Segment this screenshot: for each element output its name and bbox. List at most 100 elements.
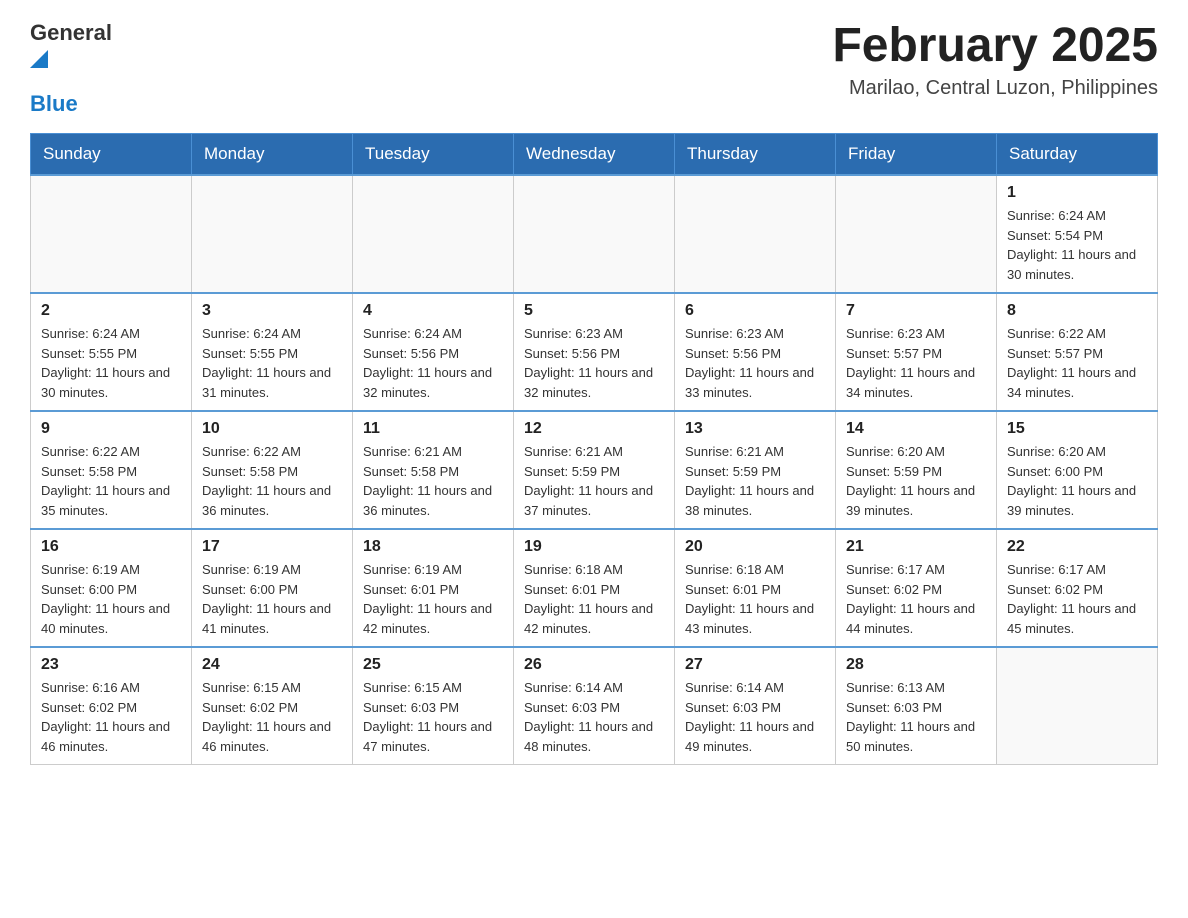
day-info: Sunrise: 6:15 AMSunset: 6:03 PMDaylight:… [363, 678, 503, 756]
day-number: 12 [524, 420, 664, 438]
day-info: Sunrise: 6:18 AMSunset: 6:01 PMDaylight:… [524, 560, 664, 638]
calendar-cell: 9 Sunrise: 6:22 AMSunset: 5:58 PMDaylight… [31, 411, 192, 529]
day-info: Sunrise: 6:22 AMSunset: 5:57 PMDaylight:… [1007, 324, 1147, 402]
day-info: Sunrise: 6:17 AMSunset: 6:02 PMDaylight:… [846, 560, 986, 638]
day-number: 21 [846, 538, 986, 556]
day-number: 15 [1007, 420, 1147, 438]
calendar-cell: 25 Sunrise: 6:15 AMSunset: 6:03 PMDayligh… [353, 647, 514, 765]
calendar-cell: 15Sunrise: 6:20 AMSunset: 6:00 PMDayligh… [997, 411, 1158, 529]
calendar-cell: 1 Sunrise: 6:24 AMSunset: 5:54 PMDaylight… [997, 175, 1158, 293]
day-number: 14 [846, 420, 986, 438]
day-number: 9 [41, 420, 181, 438]
day-number: 27 [685, 656, 825, 674]
calendar-cell: 22 Sunrise: 6:17 AMSunset: 6:02 PMDayligh… [997, 529, 1158, 647]
day-of-week-header: Friday [836, 134, 997, 176]
location-subtitle: Marilao, Central Luzon, Philippines [832, 77, 1158, 100]
day-info: Sunrise: 6:23 AMSunset: 5:56 PMDaylight:… [685, 324, 825, 402]
day-info: Sunrise: 6:16 AMSunset: 6:02 PMDaylight:… [41, 678, 181, 756]
calendar-cell: 11Sunrise: 6:21 AMSunset: 5:58 PMDayligh… [353, 411, 514, 529]
calendar-cell: 2 Sunrise: 6:24 AMSunset: 5:55 PMDaylight… [31, 293, 192, 411]
calendar-cell [836, 175, 997, 293]
day-info: Sunrise: 6:19 AMSunset: 6:01 PMDaylight:… [363, 560, 503, 638]
day-number: 7 [846, 302, 986, 320]
calendar-cell [353, 175, 514, 293]
calendar-cell: 23Sunrise: 6:16 AMSunset: 6:02 PMDayligh… [31, 647, 192, 765]
day-number: 18 [363, 538, 503, 556]
day-number: 25 [363, 656, 503, 674]
day-info: Sunrise: 6:23 AMSunset: 5:56 PMDaylight:… [524, 324, 664, 402]
day-info: Sunrise: 6:14 AMSunset: 6:03 PMDaylight:… [685, 678, 825, 756]
calendar-week-row: 2 Sunrise: 6:24 AMSunset: 5:55 PMDaylight… [31, 293, 1158, 411]
calendar-cell: 16Sunrise: 6:19 AMSunset: 6:00 PMDayligh… [31, 529, 192, 647]
calendar-cell [514, 175, 675, 293]
calendar-cell: 4 Sunrise: 6:24 AMSunset: 5:56 PMDaylight… [353, 293, 514, 411]
day-number: 24 [202, 656, 342, 674]
day-number: 1 [1007, 184, 1147, 202]
month-year-title: February 2025 [832, 20, 1158, 73]
title-block: February 2025 Marilao, Central Luzon, Ph… [832, 20, 1158, 100]
logo: General Blue [30, 20, 112, 117]
day-number: 10 [202, 420, 342, 438]
day-info: Sunrise: 6:19 AMSunset: 6:00 PMDaylight:… [202, 560, 342, 638]
day-info: Sunrise: 6:24 AMSunset: 5:55 PMDaylight:… [41, 324, 181, 402]
calendar-week-row: 23Sunrise: 6:16 AMSunset: 6:02 PMDayligh… [31, 647, 1158, 765]
calendar-cell: 20 Sunrise: 6:18 AMSunset: 6:01 PMDayligh… [675, 529, 836, 647]
calendar-table: SundayMondayTuesdayWednesdayThursdayFrid… [30, 133, 1158, 765]
day-info: Sunrise: 6:21 AMSunset: 5:58 PMDaylight:… [363, 442, 503, 520]
day-info: Sunrise: 6:18 AMSunset: 6:01 PMDaylight:… [685, 560, 825, 638]
day-number: 2 [41, 302, 181, 320]
day-number: 26 [524, 656, 664, 674]
day-info: Sunrise: 6:23 AMSunset: 5:57 PMDaylight:… [846, 324, 986, 402]
day-info: Sunrise: 6:21 AMSunset: 5:59 PMDaylight:… [524, 442, 664, 520]
calendar-week-row: 16Sunrise: 6:19 AMSunset: 6:00 PMDayligh… [31, 529, 1158, 647]
calendar-cell: 12 Sunrise: 6:21 AMSunset: 5:59 PMDayligh… [514, 411, 675, 529]
day-info: Sunrise: 6:24 AMSunset: 5:56 PMDaylight:… [363, 324, 503, 402]
calendar-cell: 6 Sunrise: 6:23 AMSunset: 5:56 PMDaylight… [675, 293, 836, 411]
day-info: Sunrise: 6:14 AMSunset: 6:03 PMDaylight:… [524, 678, 664, 756]
day-number: 28 [846, 656, 986, 674]
calendar-cell: 14 Sunrise: 6:20 AMSunset: 5:59 PMDayligh… [836, 411, 997, 529]
calendar-cell: 27 Sunrise: 6:14 AMSunset: 6:03 PMDayligh… [675, 647, 836, 765]
day-number: 4 [363, 302, 503, 320]
day-info: Sunrise: 6:22 AMSunset: 5:58 PMDaylight:… [202, 442, 342, 520]
day-number: 17 [202, 538, 342, 556]
day-number: 6 [685, 302, 825, 320]
calendar-cell: 8 Sunrise: 6:22 AMSunset: 5:57 PMDaylight… [997, 293, 1158, 411]
calendar-cell: 19Sunrise: 6:18 AMSunset: 6:01 PMDayligh… [514, 529, 675, 647]
calendar-cell [192, 175, 353, 293]
day-of-week-header: Saturday [997, 134, 1158, 176]
logo-triangle-icon [30, 46, 48, 68]
day-info: Sunrise: 6:20 AMSunset: 5:59 PMDaylight:… [846, 442, 986, 520]
day-number: 22 [1007, 538, 1147, 556]
calendar-cell: 10 Sunrise: 6:22 AMSunset: 5:58 PMDayligh… [192, 411, 353, 529]
day-of-week-header: Wednesday [514, 134, 675, 176]
day-number: 5 [524, 302, 664, 320]
logo-general: General [30, 20, 112, 46]
calendar-cell: 5 Sunrise: 6:23 AMSunset: 5:56 PMDaylight… [514, 293, 675, 411]
calendar-cell [31, 175, 192, 293]
calendar-header-row: SundayMondayTuesdayWednesdayThursdayFrid… [31, 134, 1158, 176]
day-of-week-header: Thursday [675, 134, 836, 176]
calendar-week-row: 9 Sunrise: 6:22 AMSunset: 5:58 PMDaylight… [31, 411, 1158, 529]
day-of-week-header: Tuesday [353, 134, 514, 176]
calendar-week-row: 1 Sunrise: 6:24 AMSunset: 5:54 PMDaylight… [31, 175, 1158, 293]
calendar-cell: 21 Sunrise: 6:17 AMSunset: 6:02 PMDayligh… [836, 529, 997, 647]
day-number: 20 [685, 538, 825, 556]
day-info: Sunrise: 6:21 AMSunset: 5:59 PMDaylight:… [685, 442, 825, 520]
calendar-cell [675, 175, 836, 293]
day-info: Sunrise: 6:17 AMSunset: 6:02 PMDaylight:… [1007, 560, 1147, 638]
calendar-cell: 7 Sunrise: 6:23 AMSunset: 5:57 PMDaylight… [836, 293, 997, 411]
day-info: Sunrise: 6:24 AMSunset: 5:55 PMDaylight:… [202, 324, 342, 402]
day-number: 8 [1007, 302, 1147, 320]
day-number: 13 [685, 420, 825, 438]
day-of-week-header: Monday [192, 134, 353, 176]
calendar-cell: 17 Sunrise: 6:19 AMSunset: 6:00 PMDayligh… [192, 529, 353, 647]
day-number: 3 [202, 302, 342, 320]
day-info: Sunrise: 6:24 AMSunset: 5:54 PMDaylight:… [1007, 206, 1147, 284]
day-info: Sunrise: 6:15 AMSunset: 6:02 PMDaylight:… [202, 678, 342, 756]
page-header: General Blue February 2025 Marilao, Cent… [30, 20, 1158, 117]
day-info: Sunrise: 6:22 AMSunset: 5:58 PMDaylight:… [41, 442, 181, 520]
day-info: Sunrise: 6:19 AMSunset: 6:00 PMDaylight:… [41, 560, 181, 638]
day-of-week-header: Sunday [31, 134, 192, 176]
calendar-cell: 24 Sunrise: 6:15 AMSunset: 6:02 PMDayligh… [192, 647, 353, 765]
